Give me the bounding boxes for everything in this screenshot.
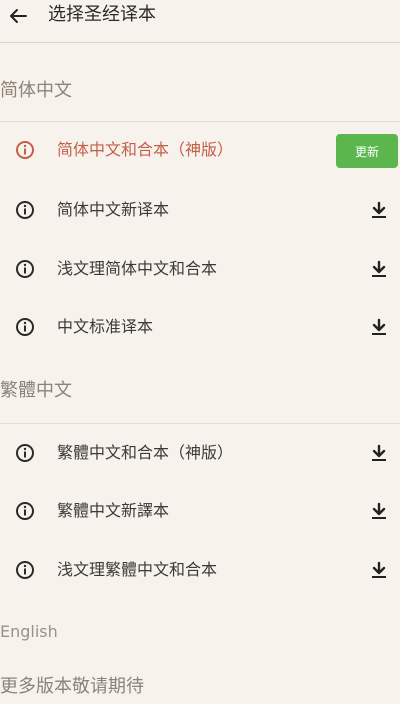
version-row-simplified-csb[interactable]: 中文标准译本 (0, 298, 400, 356)
version-label: 简体中文新译本 (57, 200, 170, 219)
section-header-simplified: 简体中文 (0, 80, 72, 101)
info-icon[interactable] (15, 200, 35, 220)
arrow-left-icon[interactable] (6, 4, 30, 28)
update-button[interactable]: 更新 (336, 134, 398, 168)
info-icon[interactable] (15, 140, 35, 160)
download-icon[interactable] (369, 317, 389, 337)
version-label: 中文标准译本 (57, 317, 154, 336)
top-bar: 选择圣经译本 (0, 0, 400, 43)
download-icon[interactable] (369, 259, 389, 279)
version-label: 简体中文和合本（神版） (57, 140, 234, 159)
version-label: 浅文理繁體中文和合本 (57, 560, 218, 579)
version-row-simplified-new[interactable]: 简体中文新译本 (0, 181, 400, 239)
more-versions-note: 更多版本敬请期待 (0, 676, 144, 697)
version-label: 浅文理简体中文和合本 (57, 259, 218, 278)
download-icon[interactable] (369, 200, 389, 220)
info-icon[interactable] (15, 443, 35, 463)
version-label: 繁體中文和合本（神版） (57, 443, 234, 462)
version-row-traditional-cuv[interactable]: 繁體中文和合本（神版） (0, 424, 400, 482)
info-icon[interactable] (15, 317, 35, 337)
version-row-traditional-wenli[interactable]: 浅文理繁體中文和合本 (0, 541, 400, 599)
info-icon[interactable] (15, 560, 35, 580)
download-icon[interactable] (369, 443, 389, 463)
info-icon[interactable] (15, 259, 35, 279)
version-label: 繁體中文新譯本 (57, 501, 170, 520)
version-row-traditional-new[interactable]: 繁體中文新譯本 (0, 482, 400, 540)
page-title: 选择圣经译本 (48, 4, 156, 25)
section-header-traditional: 繁體中文 (0, 380, 72, 401)
version-row-simplified-wenli[interactable]: 浅文理简体中文和合本 (0, 240, 400, 298)
download-icon[interactable] (369, 560, 389, 580)
download-icon[interactable] (369, 501, 389, 521)
info-icon[interactable] (15, 501, 35, 521)
section-header-english: English (0, 622, 58, 641)
